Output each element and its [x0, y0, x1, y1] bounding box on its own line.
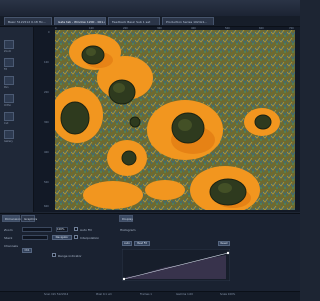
histogram-header: Histogram — [120, 228, 136, 232]
auto-fill-checkbox[interactable] — [74, 227, 78, 231]
histogram-plot[interactable] — [122, 249, 230, 281]
pan-tool-label: Pan — [4, 86, 9, 89]
fit-tool-label: Fit — [4, 68, 7, 71]
stack-slider[interactable] — [22, 235, 48, 240]
y-tick: 300 — [44, 121, 49, 124]
cut-tool-button[interactable] — [4, 112, 14, 121]
y-tick: 200 — [44, 91, 49, 94]
status-scan-info: Scan Info 512x512 — [44, 293, 69, 296]
y-tick: 400 — [44, 151, 49, 154]
zoom-row-label: Zoom — [4, 228, 13, 232]
zoom-tool-label: Zoom — [4, 50, 12, 53]
gallery-tool-button[interactable] — [4, 130, 14, 139]
reset-button[interactable]: Reset — [218, 241, 230, 246]
ortho-tool-label: Ortho — [4, 104, 12, 107]
best-fit-button[interactable]: Best Fit — [134, 241, 150, 246]
channels-row-label: Channels — [4, 244, 18, 248]
gallery-tool-label: Gallery — [4, 140, 13, 143]
y-tick: 500 — [44, 181, 49, 184]
range-indicator-checkbox[interactable] — [52, 253, 56, 257]
zoom-slider[interactable] — [22, 227, 52, 232]
zoom-tool-button[interactable] — [4, 40, 14, 49]
pan-tool-button[interactable] — [4, 76, 14, 85]
zoom-value-field[interactable]: 100% — [56, 227, 68, 232]
auto-fill-label: Auto Fill — [80, 228, 92, 232]
tab-graphics[interactable]: Graphics — [21, 215, 37, 222]
y-tick: 0 — [48, 31, 50, 34]
document-tab-bar: Basic 512x512 0.18 Hx... Gate tab - Wind… — [0, 16, 300, 27]
tab-active-image[interactable]: Gate tab - Window 1200 - 001.czi — [54, 17, 106, 25]
range-indicator-label: Range indicator — [58, 254, 82, 258]
y-tick: 100 — [44, 61, 49, 64]
cut-tool-label: Cut — [4, 122, 9, 125]
interpolation-checkbox[interactable] — [74, 235, 78, 239]
ortho-tool-button[interactable] — [4, 94, 14, 103]
tab-basic[interactable]: Basic 512x512 0.18 Hx... — [4, 17, 52, 25]
status-gamma: Gamma 1.00 — [176, 293, 193, 296]
tab-feedback[interactable]: Feedback Basic Sub 1 set — [108, 17, 160, 25]
y-tick: 600 — [44, 205, 49, 208]
top-toolbar — [0, 0, 300, 17]
navigator-button[interactable]: Navigator — [52, 235, 72, 240]
bottom-panel: Dimensions Graphics Display Zoom 100% Au… — [0, 213, 300, 301]
tab-display[interactable]: Display — [119, 215, 133, 222]
auto-button[interactable]: Auto — [122, 241, 132, 246]
microscopy-image[interactable] — [55, 30, 295, 210]
tab-production[interactable]: Production Series 1024x1... — [162, 17, 214, 25]
fit-tool-button[interactable] — [4, 58, 14, 67]
channel-1-button[interactable]: Ch1 — [22, 248, 32, 253]
left-tool-panel: Zoom Fit Pan Ortho Cut Gallery — [0, 27, 34, 212]
status-scale: Scale 100% — [220, 293, 236, 296]
status-pixel: Pixel 0.1 um — [96, 293, 112, 296]
stack-row-label: Stack — [4, 236, 13, 240]
status-frames: Frames 1 — [140, 293, 152, 296]
tab-dimensions[interactable]: Dimensions — [2, 215, 23, 222]
interpolation-label: Interpolation — [80, 236, 100, 240]
